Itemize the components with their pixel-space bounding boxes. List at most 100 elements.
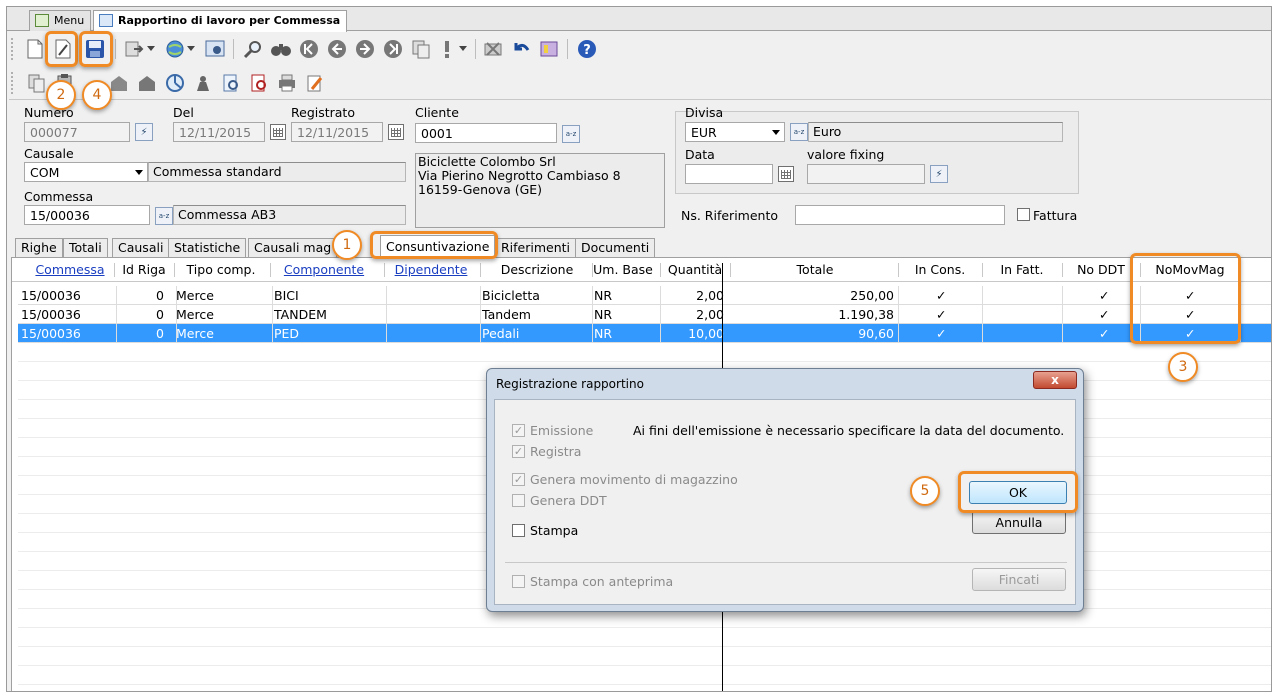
globe-icon[interactable]	[163, 37, 187, 61]
genera-movimento-checkbox[interactable]: ✓	[512, 473, 525, 486]
tab-menu[interactable]: Menu	[29, 10, 92, 31]
column-line	[1062, 286, 1063, 343]
numero-field[interactable]: 000077	[24, 122, 130, 142]
menu-icon	[35, 14, 49, 27]
address-line: 16159-Genova (GE)	[418, 182, 543, 197]
tab-rapportino-label: Rapportino di lavoro per Commessa	[118, 14, 341, 27]
new-document-icon[interactable]	[23, 37, 47, 61]
valore-fixing-label: valore fixing	[807, 147, 885, 162]
del-date-field[interactable]: 12/11/2015	[173, 122, 265, 142]
registrato-date-field[interactable]: 12/11/2015	[291, 122, 383, 142]
column-header-no-ddt[interactable]: No DDT	[1064, 262, 1138, 280]
del-label: Del	[173, 105, 194, 120]
warning-icon[interactable]	[435, 37, 459, 61]
table-row[interactable]: 15/00036 0 Merce TANDEM Tandem NR 2,00 1…	[18, 305, 1271, 324]
column-separator	[898, 263, 899, 277]
undo-icon[interactable]	[509, 37, 533, 61]
chevron-down-icon[interactable]	[457, 37, 469, 61]
last-record-icon[interactable]	[381, 37, 405, 61]
valore-fixing-field[interactable]	[807, 164, 925, 184]
stampa-checkbox[interactable]	[512, 524, 525, 537]
print-icon[interactable]	[275, 71, 299, 95]
settings-icon[interactable]	[203, 37, 227, 61]
tab-documenti[interactable]: Documenti	[575, 238, 656, 257]
person-icon[interactable]	[191, 71, 215, 95]
dependencies-icon[interactable]	[537, 37, 561, 61]
previous-record-icon[interactable]	[325, 37, 349, 61]
fattura-checkbox[interactable]	[1017, 208, 1030, 221]
tab-causali-mag[interactable]: Causali mag	[248, 238, 338, 257]
causale-select[interactable]: COM	[24, 162, 148, 182]
column-header-in-fatt[interactable]: In Fatt.	[984, 262, 1060, 280]
stampa-anteprima-checkbox[interactable]	[512, 575, 525, 588]
column-header-componente[interactable]: Componente	[272, 262, 376, 280]
callout-highlight-save	[79, 31, 113, 67]
lookup-icon[interactable]: a-z	[155, 207, 173, 225]
ok-button[interactable]: OK	[969, 481, 1067, 504]
tab-causali[interactable]: Causali	[112, 238, 170, 257]
fincati-button[interactable]: Fincati	[972, 568, 1066, 591]
lightning-icon[interactable]: ⚡	[135, 123, 153, 141]
cell-commessa: 15/00036	[21, 307, 81, 322]
divisa-label: Divisa	[685, 105, 724, 120]
column-header-totale[interactable]: Totale	[732, 262, 898, 280]
genera-movimento-label: Genera movimento di magazzino	[530, 472, 738, 487]
annulla-button[interactable]: Annulla	[972, 511, 1066, 534]
close-button[interactable]: x	[1033, 371, 1077, 389]
first-record-icon[interactable]	[297, 37, 321, 61]
chevron-down-icon[interactable]	[145, 37, 157, 61]
table-row[interactable]: 15/00036 0 Merce BICI Bicicletta NR 2,00…	[18, 286, 1271, 305]
genera-ddt-checkbox[interactable]	[512, 494, 525, 507]
calendar-icon[interactable]	[778, 166, 794, 182]
toolbar-separator	[567, 39, 568, 59]
cell-descrizione: Tandem	[482, 307, 531, 322]
ns-riferimento-field[interactable]	[795, 205, 1005, 225]
lookup-icon[interactable]: a-z	[562, 125, 580, 143]
binoculars-icon[interactable]	[269, 37, 293, 61]
tab-totali[interactable]: Totali	[63, 238, 108, 257]
help-icon[interactable]: ?	[575, 37, 599, 61]
column-header-dipendente[interactable]: Dipendente	[386, 262, 476, 280]
column-header-um-base[interactable]: Um. Base	[590, 262, 656, 280]
copy-record-icon[interactable]	[409, 37, 433, 61]
column-header-tipo-comp[interactable]: Tipo comp.	[176, 262, 266, 280]
tab-rapportino[interactable]: Rapportino di lavoro per Commessa	[93, 10, 348, 32]
data-label: Data	[685, 147, 715, 162]
delete-icon[interactable]	[481, 37, 505, 61]
pie-chart-icon[interactable]	[163, 71, 187, 95]
ns-riferimento-label: Ns. Riferimento	[681, 208, 779, 223]
table-row-selected[interactable]: 15/00036 0 Merce PED Pedali NR 10,00 90,…	[18, 324, 1271, 343]
calendar-icon[interactable]	[270, 124, 286, 140]
column-header-in-cons[interactable]: In Cons.	[900, 262, 980, 280]
building-icon[interactable]	[135, 71, 159, 95]
data-field[interactable]	[685, 164, 773, 184]
calendar-icon[interactable]	[388, 124, 404, 140]
close-icon: x	[1051, 373, 1059, 387]
toolbar-grip[interactable]	[11, 72, 14, 94]
commessa-field[interactable]: 15/00036	[24, 205, 150, 225]
column-header-id-riga[interactable]: Id Riga	[116, 262, 172, 280]
tab-riferimenti[interactable]: Riferimenti	[495, 238, 577, 257]
preview-icon[interactable]	[219, 71, 243, 95]
divisa-select[interactable]: EUR	[685, 122, 785, 142]
cliente-field[interactable]: 0001	[415, 123, 557, 143]
edit-icon[interactable]	[303, 71, 327, 95]
tab-statistiche[interactable]: Statistiche	[168, 238, 247, 257]
lookup-icon[interactable]: a-z	[790, 123, 808, 141]
toolbar-grip[interactable]	[11, 38, 14, 60]
cell-quantita: 2,00	[696, 307, 724, 322]
find-icon[interactable]	[241, 37, 265, 61]
check-icon: ✓	[936, 288, 947, 303]
pdf-icon[interactable]	[247, 71, 271, 95]
chevron-down-icon[interactable]	[185, 37, 197, 61]
callout-highlight-consuntivazione	[370, 231, 498, 259]
emissione-checkbox[interactable]: ✓	[512, 424, 525, 437]
next-record-icon[interactable]	[353, 37, 377, 61]
lightning-icon[interactable]: ⚡	[930, 165, 948, 183]
registra-checkbox[interactable]: ✓	[512, 445, 525, 458]
column-header-descrizione[interactable]: Descrizione	[482, 262, 592, 280]
column-header-quantita[interactable]: Quantità	[662, 262, 728, 280]
tab-righe[interactable]: Righe	[15, 238, 63, 257]
column-header-commessa[interactable]: Commessa	[30, 262, 110, 280]
export-icon[interactable]	[123, 37, 147, 61]
